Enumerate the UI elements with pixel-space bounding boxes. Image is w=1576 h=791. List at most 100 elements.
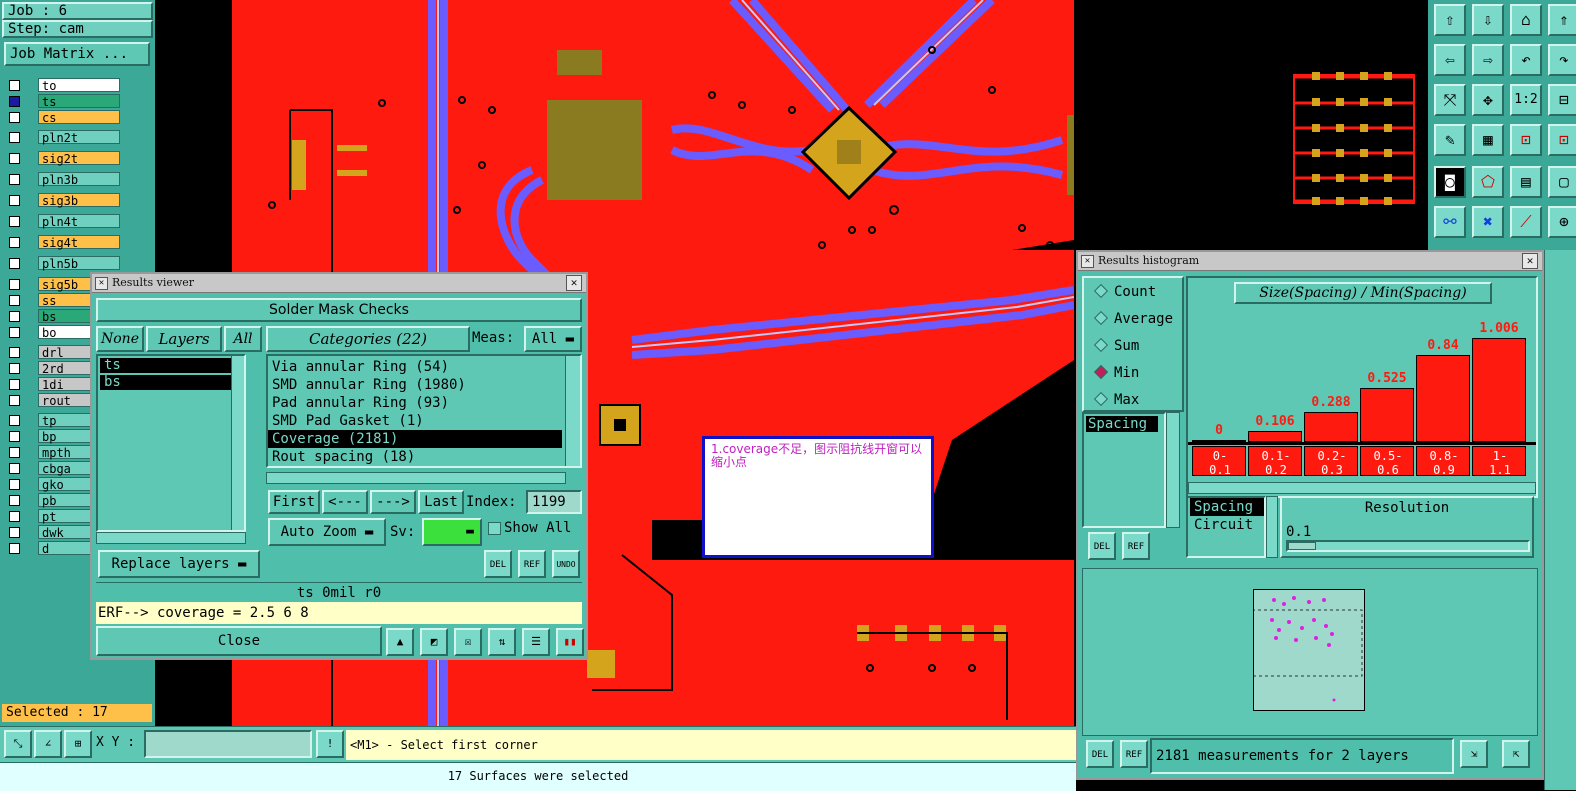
- all-button[interactable]: All: [224, 326, 262, 352]
- bin-cell[interactable]: 1- 1.1: [1472, 446, 1526, 477]
- layer-row-pln3b[interactable]: pln3b: [6, 172, 122, 187]
- zoom-to-result-icon[interactable]: ⇲: [1460, 740, 1488, 768]
- pcb-canvas-right[interactable]: [1074, 0, 1428, 250]
- bin-cell[interactable]: 0- 0.1: [1192, 446, 1246, 477]
- layer-checkbox[interactable]: [9, 447, 20, 458]
- cross-icon[interactable]: ✖: [1472, 206, 1504, 238]
- del-button[interactable]: DEL: [484, 550, 512, 578]
- layer-row-to[interactable]: to: [6, 78, 122, 93]
- radio-icon[interactable]: [1093, 391, 1109, 407]
- field-item[interactable]: Circuit: [1190, 516, 1264, 534]
- category-hscrollbar[interactable]: [266, 472, 566, 484]
- window-menu-icon[interactable]: ✕: [95, 277, 108, 290]
- layer-checkbox[interactable]: [9, 132, 20, 143]
- field-item[interactable]: Spacing: [1190, 498, 1264, 516]
- fit-icon[interactable]: ⤧: [1434, 84, 1466, 116]
- last-button[interactable]: Last: [418, 490, 464, 514]
- alert-icon[interactable]: !: [316, 730, 344, 758]
- redo-icon[interactable]: ↷: [1548, 44, 1576, 76]
- snap-mode-icon[interactable]: ⤡: [4, 730, 32, 758]
- reject-icon[interactable]: ☒: [454, 628, 482, 656]
- del-button[interactable]: DEL: [1086, 740, 1114, 768]
- layer-name[interactable]: ts: [38, 94, 120, 109]
- snap2-icon[interactable]: ⊡: [1548, 124, 1576, 156]
- layer-checkbox[interactable]: [9, 463, 20, 474]
- histogram-titlebar[interactable]: ✕ Results histogram ✕: [1078, 252, 1542, 271]
- layer-row-sig3b[interactable]: sig3b: [6, 193, 122, 208]
- select-results-icon[interactable]: ⇱: [1502, 740, 1530, 768]
- layers-button[interactable]: Layers: [146, 326, 222, 352]
- home-icon[interactable]: ⌂: [1510, 4, 1542, 36]
- histogram-list[interactable]: Spacing: [1082, 412, 1166, 528]
- close-icon[interactable]: ✕: [1522, 253, 1538, 269]
- prev-button[interactable]: <---: [322, 490, 368, 514]
- del-button[interactable]: DEL: [1088, 532, 1116, 560]
- category-list[interactable]: Via annular Ring (54) SMD annular Ring (1…: [266, 354, 582, 468]
- layer-name[interactable]: sig2t: [38, 151, 120, 166]
- next-button[interactable]: --->: [370, 490, 416, 514]
- layer-name[interactable]: pln2t: [38, 130, 120, 145]
- zoom-icon[interactable]: ✥: [1472, 84, 1504, 116]
- ref-button[interactable]: REF: [518, 550, 546, 578]
- layer-name[interactable]: pln5b: [38, 256, 120, 271]
- layer-checkbox[interactable]: [9, 295, 20, 306]
- highlight-icon[interactable]: ▲: [386, 628, 414, 656]
- results-viewer-titlebar[interactable]: ✕ Results viewer ✕: [92, 274, 586, 293]
- select-icon[interactable]: ▢: [1548, 166, 1576, 198]
- sequence-icon[interactable]: ⇅: [488, 628, 516, 656]
- category-item[interactable]: SMD Pad Gasket (1): [268, 412, 562, 430]
- index-input[interactable]: 1199: [526, 490, 582, 514]
- draw-icon[interactable]: ⬠: [1472, 166, 1504, 198]
- layer-checkbox[interactable]: [9, 237, 20, 248]
- chart-hscrollbar[interactable]: [1188, 482, 1536, 494]
- option-sum[interactable]: Sum: [1093, 337, 1139, 354]
- measure-icon[interactable]: ⊟: [1548, 84, 1576, 116]
- overview-map[interactable]: [1082, 568, 1538, 736]
- auto-zoom-menu[interactable]: Auto Zoom ▬: [268, 518, 386, 546]
- categories-button[interactable]: Categories (22): [266, 326, 470, 352]
- layer-name[interactable]: pln3b: [38, 172, 120, 187]
- grid-icon[interactable]: ▦: [1472, 124, 1504, 156]
- layer-checkbox[interactable]: [9, 216, 20, 227]
- resolution-slider-thumb[interactable]: [1288, 542, 1316, 550]
- field-list[interactable]: Spacing Circuit: [1186, 496, 1266, 558]
- show-all-checkbox[interactable]: [488, 522, 501, 535]
- meas-select[interactable]: All ▬: [524, 326, 582, 352]
- layer-checkbox[interactable]: [9, 363, 20, 374]
- ruler-icon[interactable]: ▤: [1510, 166, 1542, 198]
- bin-cell[interactable]: 0.8- 0.9: [1416, 446, 1470, 477]
- layer-checkbox[interactable]: [9, 495, 20, 506]
- layer-checkbox[interactable]: [9, 96, 20, 107]
- option-count[interactable]: Count: [1093, 283, 1156, 300]
- layer-name[interactable]: pln4t: [38, 214, 120, 229]
- option-max[interactable]: Max: [1093, 391, 1139, 408]
- layer-checkbox[interactable]: [9, 311, 20, 322]
- arrow-left-icon[interactable]: ⇦: [1434, 44, 1466, 76]
- layer-row-sig2t[interactable]: sig2t: [6, 151, 122, 166]
- layer-checkbox[interactable]: [9, 431, 20, 442]
- option-min[interactable]: Min: [1093, 364, 1139, 381]
- camera-icon[interactable]: ◙: [1434, 166, 1466, 198]
- edit-icon[interactable]: ✎: [1434, 124, 1466, 156]
- layer-name[interactable]: cs: [38, 110, 120, 125]
- first-button[interactable]: First: [268, 490, 320, 514]
- undo-button[interactable]: UNDO: [552, 550, 580, 578]
- layer-checkbox[interactable]: [9, 279, 20, 290]
- layer-row-pln2t[interactable]: pln2t: [6, 130, 122, 145]
- category-item[interactable]: Pad annular Ring (93): [268, 394, 562, 412]
- bin-cell[interactable]: 0.1- 0.2: [1248, 446, 1302, 477]
- histogram-list-item[interactable]: Spacing: [1086, 416, 1158, 432]
- replace-layers-menu[interactable]: Replace layers ▬: [98, 550, 260, 578]
- delete-mark-icon[interactable]: ◩: [420, 628, 448, 656]
- layer-checkbox[interactable]: [9, 174, 20, 185]
- layer-checkbox[interactable]: [9, 543, 20, 554]
- layer-row-sig4t[interactable]: sig4t: [6, 235, 122, 250]
- radio-icon[interactable]: [1093, 283, 1109, 299]
- move-down-icon[interactable]: ⇩: [1472, 4, 1504, 36]
- layer-checkbox[interactable]: [9, 258, 20, 269]
- report-icon[interactable]: ☰: [522, 628, 550, 656]
- radio-icon[interactable]: [1093, 337, 1109, 353]
- job-matrix-button[interactable]: Job Matrix ...: [4, 42, 150, 66]
- ref-button[interactable]: REF: [1122, 532, 1150, 560]
- layer-name[interactable]: to: [38, 78, 120, 93]
